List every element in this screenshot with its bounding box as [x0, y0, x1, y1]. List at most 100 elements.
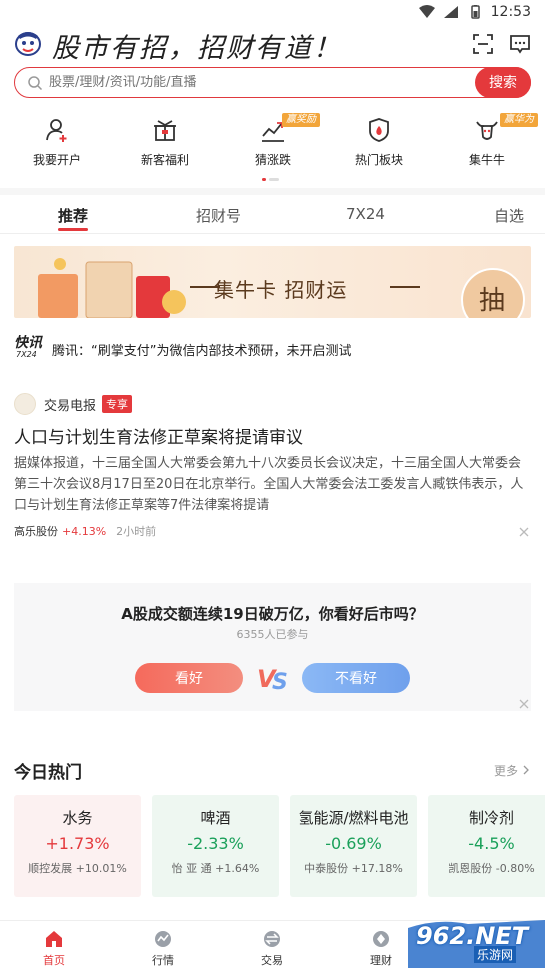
shield-fire-icon [369, 118, 389, 142]
sector-change: +1.73% [45, 834, 110, 853]
related-stock-change: +4.13% [62, 524, 107, 538]
bearish-button[interactable]: 不看好 [302, 663, 410, 693]
article-time: 2小时前 [116, 525, 157, 538]
banner-ornament-right [390, 286, 420, 288]
quick-nav-label: 新客福利 [140, 153, 189, 167]
draw-button-label: 抽 [479, 286, 506, 316]
flash-news[interactable]: 快讯 7X24 腾讯：“刷掌支付”为微信内部技术预研，未开启测试 [14, 336, 531, 360]
article-title[interactable]: 人口与计划生育法修正草案将提请审议 [14, 423, 303, 448]
vs-icon: V S [257, 665, 288, 693]
hot-sector-card[interactable]: 水务 +1.73% 顺控发展 +10.01% [14, 795, 141, 897]
sector-change: -4.5% [468, 834, 515, 853]
message-icon[interactable] [508, 32, 532, 56]
home-icon [46, 931, 62, 947]
scan-icon[interactable] [471, 32, 495, 56]
tab-active-indicator [58, 228, 88, 231]
draw-button[interactable]: 抽 [461, 268, 525, 318]
hot-today-title: 今日热门 [14, 763, 82, 783]
banner-title: 集牛卡 招财运 [214, 278, 348, 302]
nav-label: 行情 [152, 954, 174, 967]
promo-banner[interactable]: 集牛卡 招财运 抽 [14, 246, 531, 318]
sector-name: 氢能源/燃料电池 [298, 809, 409, 827]
sector-name: 水务 [62, 809, 93, 827]
article-source[interactable]: 交易电报 专享 [14, 393, 133, 415]
svg-text:S: S [272, 670, 288, 693]
sector-leader: 中泰股份 +17.18% [304, 862, 403, 875]
sector-change: -0.69% [325, 834, 382, 853]
watermark-sub: 乐游网 [474, 946, 517, 963]
gift-icon [154, 120, 176, 141]
article-meta: 高乐股份 +4.13% 2小时前 [14, 523, 156, 539]
hot-sector-card[interactable]: 氢能源/燃料电池 -0.69% 中泰股份 +17.18% [290, 795, 417, 897]
tab-7x24[interactable]: 7X24 [346, 205, 385, 223]
sector-change: -2.33% [187, 834, 244, 853]
nav-home[interactable]: 首页 [24, 927, 84, 968]
quick-nav-label: 猜涨跌 [254, 153, 291, 167]
hot-sector-card[interactable]: 制冷剂 -4.5% 凯恩股份 -0.80% [428, 795, 545, 897]
quick-nav: 我要开户 新客福利 猜涨跌 赢奖励 热门板块 集牛牛 赢华为 [0, 113, 545, 173]
sector-leader: 顺控发展 +10.01% [28, 862, 127, 875]
search-icon [28, 75, 43, 90]
wifi-icon [418, 5, 435, 18]
more-link[interactable]: 更多 [494, 762, 530, 779]
exclusive-badge: 专享 [102, 395, 133, 413]
tab-zhaocaihao[interactable]: 招财号 [196, 205, 241, 226]
trade-icon [264, 931, 280, 947]
poll-participants: 6355人已参与 [236, 628, 309, 641]
banner-illustration [38, 258, 186, 318]
article-body[interactable]: 据媒体报道，十三届全国人大常委会第九十八次委员长会议决定，十三届全国人大常委会第… [14, 453, 531, 516]
chevron-right-icon [523, 765, 529, 775]
nav-market[interactable]: 行情 [133, 927, 193, 968]
battery-icon [470, 5, 480, 19]
flash-logo-sub: 7X24 [16, 350, 37, 359]
hot-sector-cards: 水务 +1.73% 顺控发展 +10.01% 啤酒 -2.33% 怡 亚 通 +… [14, 795, 545, 897]
section-divider [0, 188, 545, 195]
mascot-logo-icon [15, 32, 41, 56]
search-input[interactable] [49, 75, 429, 90]
more-link-label: 更多 [494, 764, 519, 778]
related-stock[interactable]: 高乐股份 [14, 523, 58, 539]
poll-question: A股成交额连续19日破万亿，你看好后市吗？ [121, 605, 424, 623]
pager-dots [262, 178, 279, 181]
search-bar[interactable]: 搜索 [14, 66, 531, 98]
header: 股市有招，招财有道！ [0, 24, 545, 64]
nav-finance[interactable]: 理财 [351, 927, 411, 968]
pager-dot [269, 178, 279, 181]
signal-icon [443, 6, 458, 18]
slogan: 股市有招，招财有道！ [52, 33, 342, 64]
nav-trade[interactable]: 交易 [242, 927, 302, 968]
reward-badge: 赢华为 [500, 113, 538, 127]
finance-icon [373, 931, 389, 947]
bull-icon [476, 121, 498, 140]
sector-leader: 凯恩股份 -0.80% [448, 862, 535, 875]
nav-label: 交易 [261, 954, 283, 967]
user-add-icon [46, 119, 67, 142]
nav-label: 首页 [43, 954, 65, 967]
sector-name: 啤酒 [200, 809, 231, 827]
quick-nav-label: 集牛牛 [468, 153, 505, 167]
source-avatar [14, 393, 36, 415]
nav-label: 理财 [370, 954, 392, 967]
quick-nav-label: 热门板块 [354, 153, 403, 167]
market-poll: A股成交额连续19日破万亿，你看好后市吗？ 6355人已参与 看好 V S 不看… [14, 583, 531, 711]
feed-tabs: 推荐 招财号 7X24 自选 [0, 196, 545, 234]
pager-dot-active [262, 178, 266, 181]
banner-ornament-left [190, 286, 220, 288]
flash-headline: 腾讯：“刷掌支付”为微信内部技术预研，未开启测试 [52, 344, 352, 359]
close-icon[interactable] [519, 527, 529, 537]
quick-nav-hot-sectors[interactable]: 热门板块 [334, 113, 424, 168]
status-time: 12:53 [490, 4, 531, 20]
tab-watchlist[interactable]: 自选 [494, 205, 524, 226]
hot-sector-card[interactable]: 啤酒 -2.33% 怡 亚 通 +1.64% [152, 795, 279, 897]
quick-nav-open-account[interactable]: 我要开户 [12, 113, 102, 168]
market-icon [155, 931, 171, 947]
tab-recommend[interactable]: 推荐 [58, 205, 88, 226]
sector-leader: 怡 亚 通 +1.64% [171, 862, 260, 875]
sector-name: 制冷剂 [468, 809, 514, 827]
search-button[interactable]: 搜索 [475, 66, 531, 98]
bullish-button[interactable]: 看好 [135, 663, 243, 693]
reward-badge: 赢奖励 [282, 113, 320, 127]
quick-nav-new-customer[interactable]: 新客福利 [120, 113, 210, 168]
flash-logo: 快讯 [14, 335, 42, 351]
close-icon[interactable] [519, 699, 529, 709]
